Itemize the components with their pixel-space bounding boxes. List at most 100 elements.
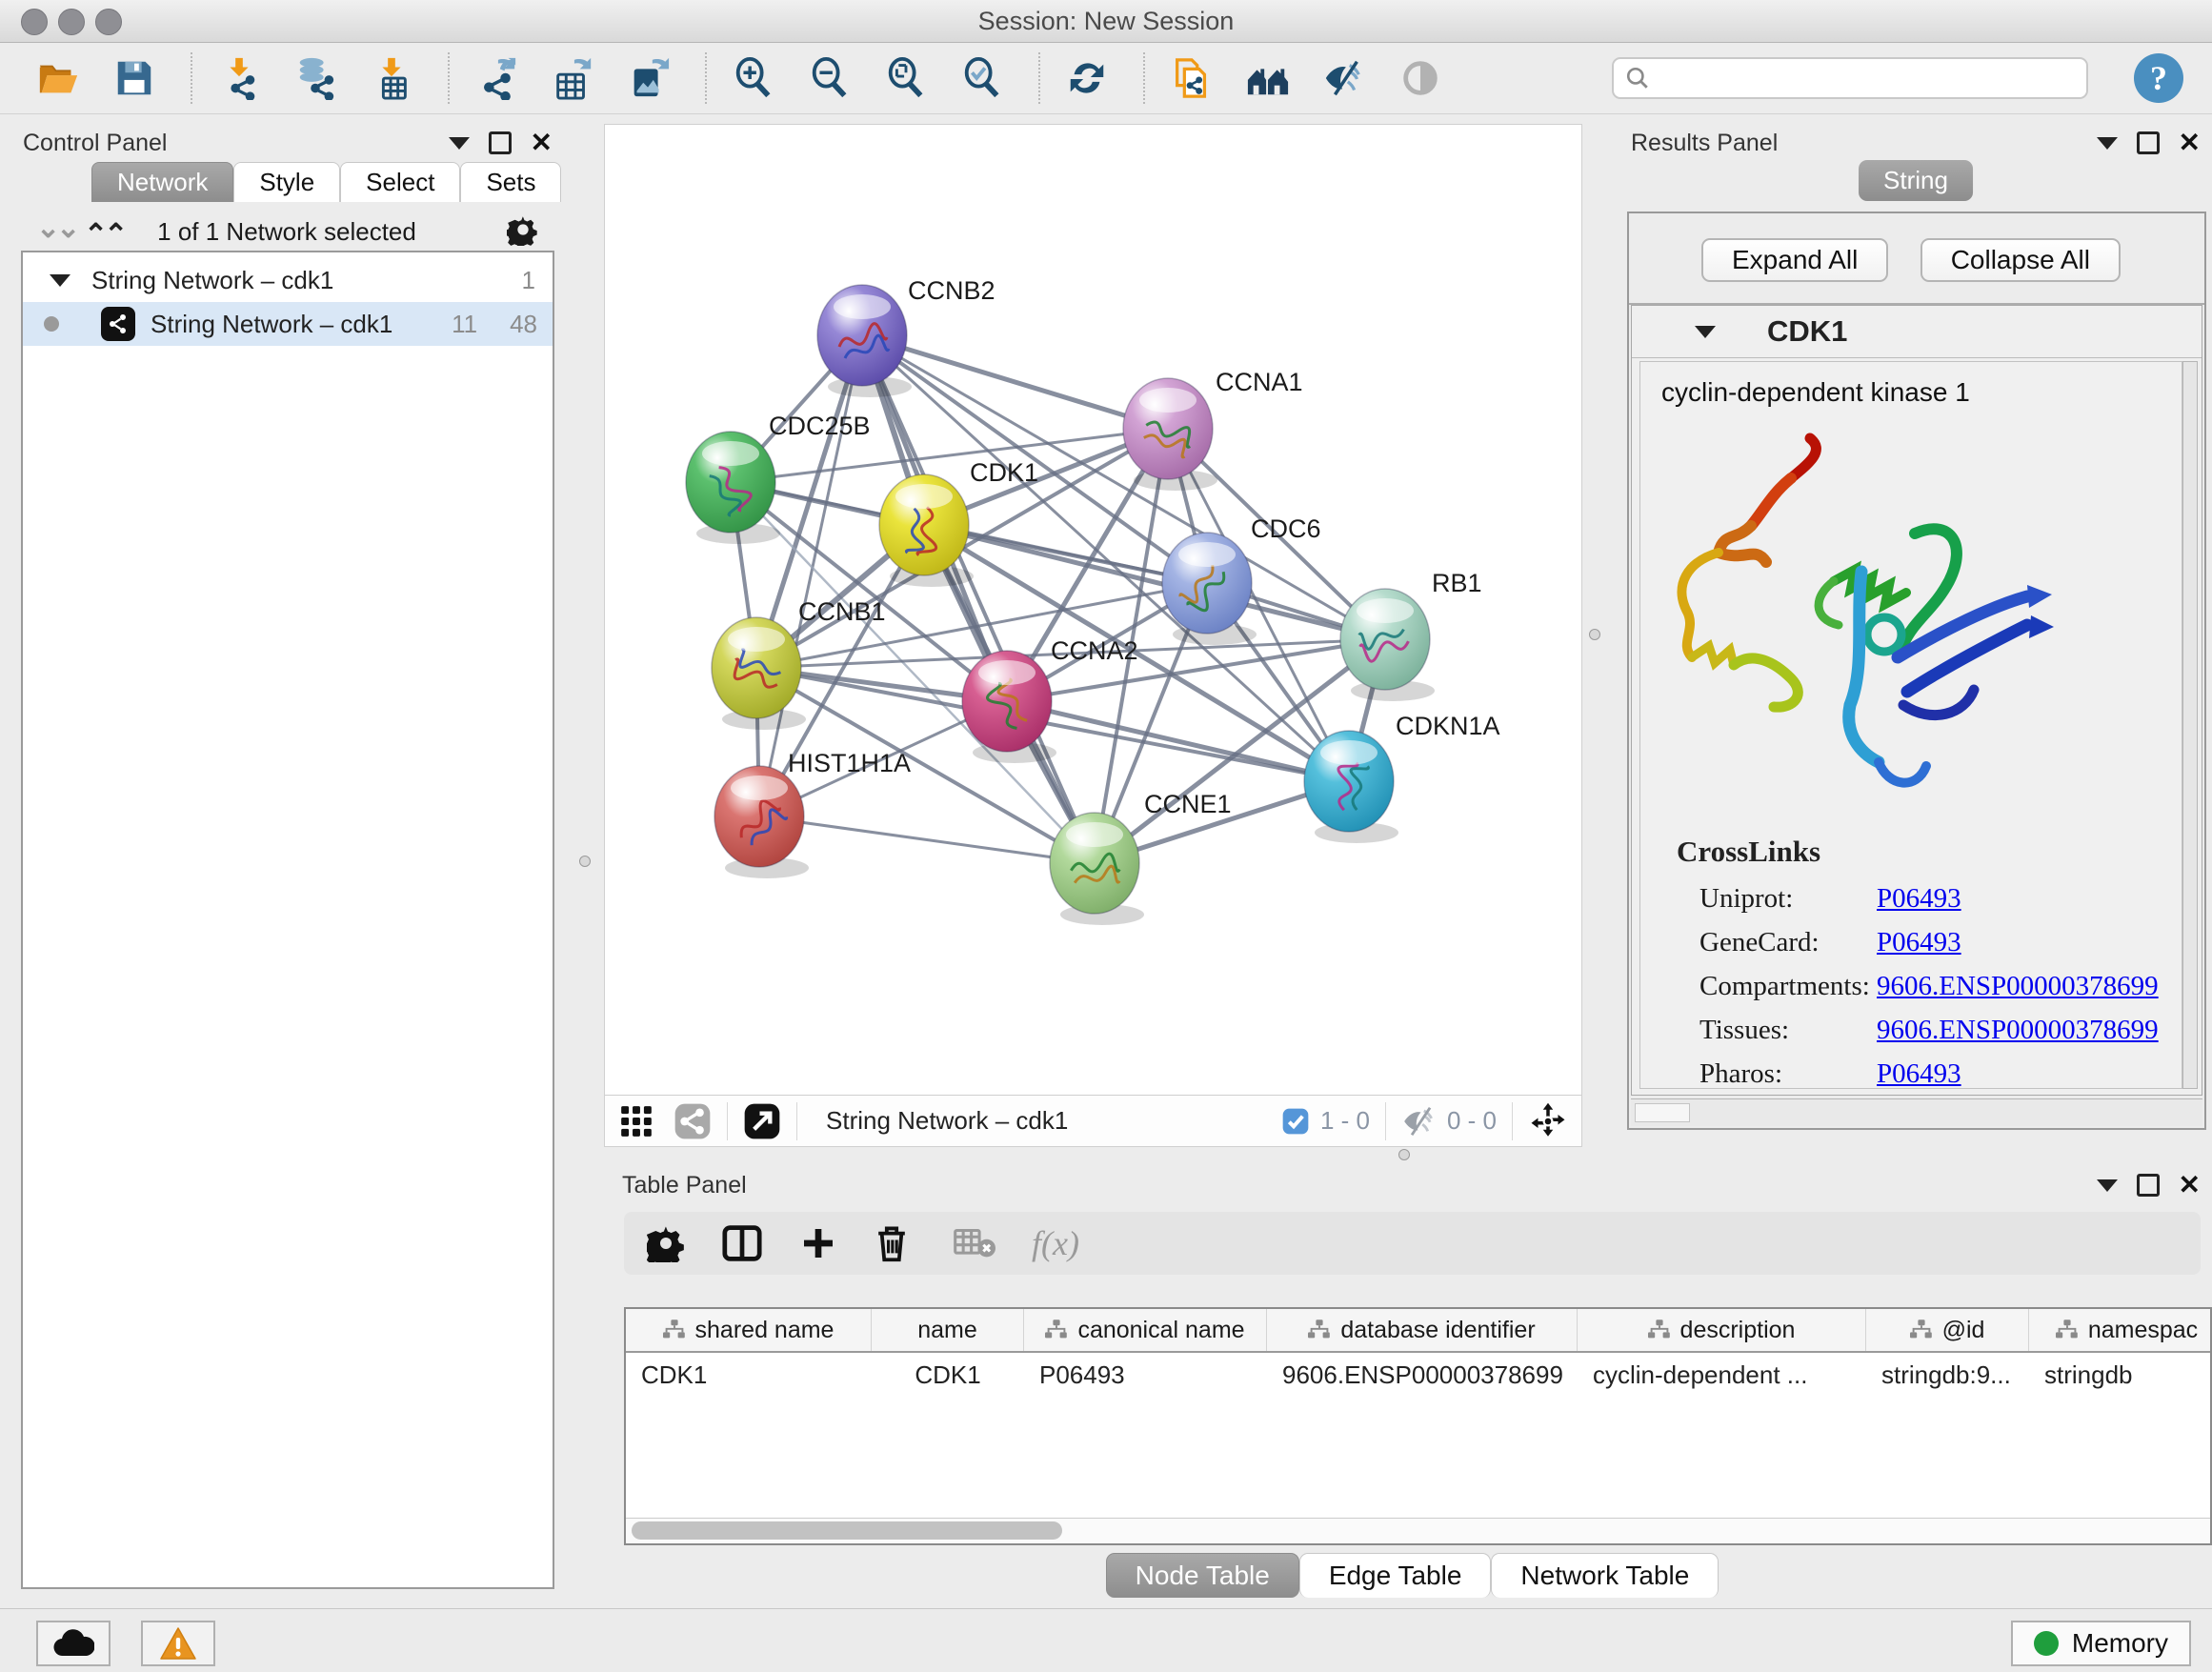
save-session-icon[interactable] — [109, 52, 160, 104]
table-cell[interactable]: CDK1 — [872, 1353, 1024, 1397]
fit-content-icon[interactable] — [880, 52, 932, 104]
export-network-icon[interactable] — [471, 52, 522, 104]
zoom-in-icon[interactable] — [728, 52, 779, 104]
delete-column-icon[interactable] — [874, 1223, 910, 1263]
show-all-icon[interactable] — [1395, 52, 1446, 104]
network-collection-row[interactable]: String Network – cdk1 1 — [23, 258, 553, 302]
warning-status-button[interactable] — [141, 1621, 215, 1666]
create-column-icon[interactable] — [799, 1224, 837, 1262]
network-row[interactable]: String Network – cdk1 11 48 — [23, 302, 553, 346]
tab-network[interactable]: Network — [91, 162, 233, 202]
selected-checkbox-icon[interactable] — [1280, 1106, 1311, 1137]
help-icon[interactable]: ? — [2134, 53, 2183, 103]
float-panel-icon[interactable] — [2137, 1174, 2160, 1197]
column-header--id[interactable]: @id — [1866, 1309, 2029, 1351]
network-options-gear-icon[interactable] — [507, 213, 539, 251]
panel-menu-icon[interactable] — [2097, 1179, 2118, 1192]
column-header-shared-name[interactable]: shared name — [626, 1309, 872, 1351]
crosslink-link[interactable]: P06493 — [1877, 1058, 1961, 1090]
close-panel-icon[interactable]: ✕ — [531, 133, 553, 152]
column-header-name[interactable]: name — [872, 1309, 1024, 1351]
table-cell[interactable]: stringdb:9... — [1866, 1353, 2029, 1397]
close-panel-icon[interactable]: ✕ — [2179, 133, 2201, 152]
right-splitter-handle[interactable] — [1589, 629, 1600, 640]
float-panel-icon[interactable] — [489, 131, 512, 154]
network-node-HIST1H1A[interactable]: HIST1H1A — [714, 749, 911, 878]
table-options-gear-icon[interactable] — [647, 1224, 685, 1262]
crosslink-link[interactable]: 9606.ENSP00000378699 — [1877, 971, 2159, 1002]
network-node-CCNE1[interactable]: CCNE1 — [1050, 790, 1232, 925]
crosslink-link[interactable]: P06493 — [1877, 883, 1961, 915]
float-panel-icon[interactable] — [2137, 131, 2160, 154]
table-cell[interactable]: stringdb — [2029, 1353, 2212, 1397]
function-builder-icon[interactable]: f(x) — [1032, 1223, 1079, 1263]
network-node-CDKN1A[interactable]: CDKN1A — [1304, 712, 1500, 843]
birdseye-grid-icon[interactable] — [618, 1103, 654, 1139]
results-horizontal-scrollbar[interactable] — [1631, 1098, 2202, 1126]
open-in-string-icon[interactable] — [743, 1102, 781, 1140]
network-node-CDC6[interactable]: CDC6 — [1162, 514, 1321, 645]
collection-expander-icon[interactable] — [50, 274, 70, 287]
expand-all-button[interactable]: Expand All — [1701, 238, 1888, 282]
column-header-canonical-name[interactable]: canonical name — [1024, 1309, 1267, 1351]
network-edge-HIST1H1A-CCNE1[interactable] — [759, 816, 1095, 863]
hidden-eye-icon[interactable] — [1401, 1103, 1438, 1139]
network-node-CDK1[interactable]: CDK1 — [879, 458, 1038, 587]
import-table-from-file-icon[interactable] — [366, 52, 417, 104]
export-table-icon[interactable] — [547, 52, 598, 104]
tab-node-table[interactable]: Node Table — [1106, 1553, 1299, 1598]
tab-network-table[interactable]: Network Table — [1491, 1553, 1719, 1598]
pan-crosshair-icon[interactable] — [1528, 1101, 1568, 1141]
network-edge-CCNB2-CCNE1[interactable] — [862, 335, 1095, 863]
duplicate-network-icon[interactable] — [1166, 52, 1217, 104]
cloud-status-button[interactable] — [36, 1621, 111, 1666]
left-splitter-handle[interactable] — [579, 856, 591, 867]
column-header-description[interactable]: description — [1578, 1309, 1866, 1351]
network-edge-CCNB2-CCNA1[interactable] — [862, 335, 1168, 429]
network-node-CCNB2[interactable]: CCNB2 — [817, 276, 995, 397]
section-expander-icon[interactable] — [1695, 326, 1716, 338]
table-cell[interactable]: P06493 — [1024, 1353, 1267, 1397]
hide-selected-icon[interactable] — [1318, 52, 1370, 104]
panel-menu-icon[interactable] — [449, 137, 470, 150]
crosslink-link[interactable]: P06493 — [1877, 927, 1961, 958]
horizontal-splitter-handle[interactable] — [1398, 1149, 1410, 1160]
tab-select[interactable]: Select — [340, 162, 460, 202]
tab-sets[interactable]: Sets — [460, 162, 561, 202]
table-row[interactable]: CDK1CDK1P064939606.ENSP00000378699cyclin… — [626, 1353, 2210, 1397]
import-network-from-database-icon[interactable] — [290, 52, 341, 104]
network-edge-CCNA2-CDKN1A[interactable] — [1007, 701, 1349, 781]
network-node-RB1[interactable]: RB1 — [1340, 569, 1482, 701]
network-node-CDC25B[interactable]: CDC25B — [686, 412, 871, 544]
open-session-icon[interactable] — [32, 52, 84, 104]
collapse-all-button[interactable]: Collapse All — [1920, 238, 2121, 282]
node-section-header[interactable]: CDK1 — [1632, 306, 2202, 358]
tab-string[interactable]: String — [1859, 160, 1973, 201]
table-cell[interactable]: CDK1 — [626, 1353, 872, 1397]
network-node-CCNA2[interactable]: CCNA2 — [962, 636, 1138, 763]
table-cell[interactable]: cyclin-dependent ... — [1578, 1353, 1866, 1397]
crosslink-link[interactable]: 9606.ENSP00000378699 — [1877, 1015, 2159, 1046]
export-image-icon[interactable] — [623, 52, 674, 104]
import-network-from-file-icon[interactable] — [213, 52, 265, 104]
table-horizontal-scrollbar[interactable] — [626, 1518, 2210, 1543]
zoom-selected-icon[interactable] — [956, 52, 1008, 104]
network-canvas[interactable]: CCNB2CCNA1CDC25BCDK1CDC6RB1CCNB1CCNA2CDK… — [605, 125, 1581, 1095]
show-columns-icon[interactable] — [721, 1224, 763, 1262]
zoom-out-icon[interactable] — [804, 52, 855, 104]
tab-style[interactable]: Style — [233, 162, 340, 202]
search-input[interactable] — [1612, 57, 2088, 99]
column-header-namespac[interactable]: namespac — [2029, 1309, 2212, 1351]
tab-edge-table[interactable]: Edge Table — [1299, 1553, 1492, 1598]
panel-menu-icon[interactable] — [2097, 137, 2118, 150]
memory-button[interactable]: Memory — [2011, 1621, 2191, 1666]
close-panel-icon[interactable]: ✕ — [2179, 1176, 2201, 1195]
table-cell[interactable]: 9606.ENSP00000378699 — [1267, 1353, 1578, 1397]
first-neighbors-icon[interactable] — [1242, 52, 1294, 104]
string-style-icon[interactable] — [674, 1102, 712, 1140]
column-header-database-identifier[interactable]: database identifier — [1267, 1309, 1578, 1351]
delete-table-icon[interactable] — [954, 1226, 995, 1260]
results-vertical-scrollbar[interactable] — [2182, 361, 2198, 1089]
scrollbar-thumb[interactable] — [632, 1521, 1062, 1540]
refresh-view-icon[interactable] — [1061, 52, 1113, 104]
